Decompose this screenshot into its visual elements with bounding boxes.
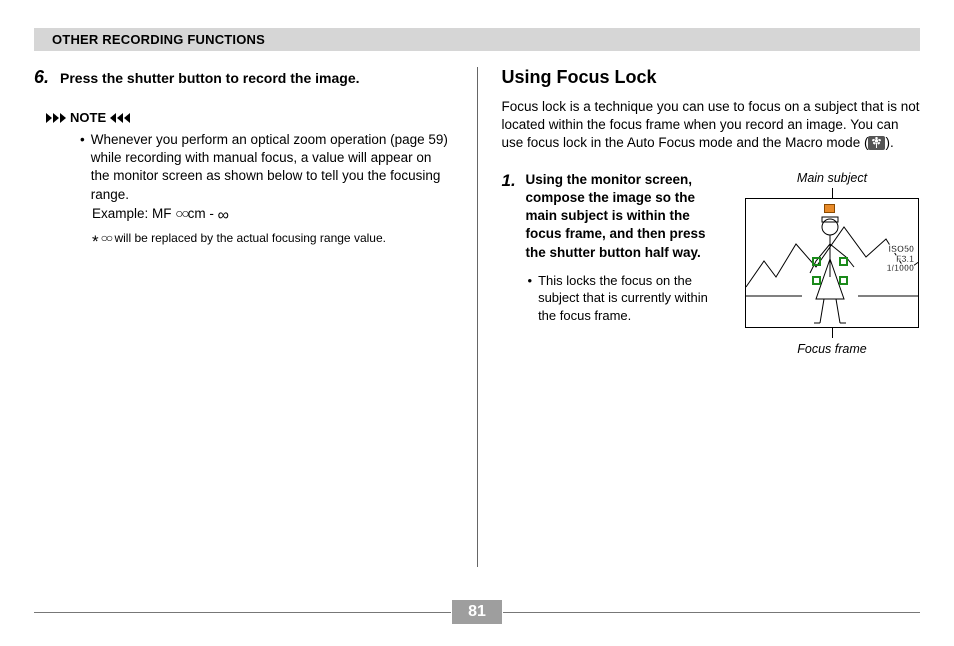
page-number: 81 (452, 600, 502, 624)
step1-bullet: • This locks the focus on the subject th… (528, 272, 727, 325)
right-column: Using Focus Lock Focus lock is a techniq… (478, 67, 921, 577)
example-mid: cm - (188, 206, 218, 221)
macro-flower-icon (868, 136, 885, 150)
note-bullet-text: Whenever you perform an optical zoom ope… (91, 131, 453, 204)
placeholder-circles-icon: ○○ (101, 231, 112, 245)
step-1: 1. Using the monitor screen, compose the… (502, 171, 727, 262)
note-arrow-right-icon (46, 113, 66, 123)
note-arrow-left-icon (110, 113, 130, 123)
note-bullet: • Whenever you perform an optical zoom o… (80, 131, 453, 204)
step1-column: 1. Using the monitor screen, compose the… (502, 171, 727, 359)
callout-line-icon (832, 328, 833, 338)
exposure-readout: ISO50 F3.1 1/1000 (886, 245, 914, 275)
section-title: Using Focus Lock (502, 67, 921, 88)
content-columns: 6. Press the shutter button to record th… (34, 67, 920, 577)
asterisk-body: ○○ will be replaced by the actual focusi… (101, 231, 386, 251)
step-number: 1. (502, 171, 518, 262)
figure-label-top: Main subject (744, 171, 920, 185)
shutter-value: 1/1000 (886, 264, 914, 274)
step-6: 6. Press the shutter button to record th… (34, 67, 453, 88)
bullet-icon: • (528, 272, 533, 325)
note-asterisk: * ○○ will be replaced by the actual focu… (92, 231, 453, 251)
infinity-icon: ∞ (218, 207, 229, 224)
note-header: NOTE (46, 110, 453, 125)
step1-bullet-text: This locks the focus on the subject that… (538, 272, 726, 325)
figure-label-bottom: Focus frame (744, 342, 920, 356)
step-text: Press the shutter button to record the i… (60, 69, 360, 87)
note-label: NOTE (70, 110, 106, 125)
asterisk-text: will be replaced by the actual focusing … (111, 231, 386, 245)
page-footer: 81 (34, 600, 920, 624)
asterisk-icon: * (92, 232, 99, 252)
left-column: 6. Press the shutter button to record th… (34, 67, 477, 577)
intro-text: Focus lock is a technique you can use to… (502, 98, 921, 153)
right-body: 1. Using the monitor screen, compose the… (502, 171, 921, 359)
section-header: OTHER RECORDING FUNCTIONS (34, 28, 920, 51)
footer-rule (503, 612, 920, 613)
footer-rule (34, 612, 451, 613)
figure-column: Main subject (744, 171, 920, 359)
intro-b: ). (885, 135, 893, 150)
placeholder-circles-icon: ○○ (175, 206, 187, 221)
example-prefix: Example: MF (92, 206, 175, 221)
step-text: Using the monitor screen, compose the im… (526, 171, 727, 262)
monitor-screen-figure: ISO50 F3.1 1/1000 (745, 198, 919, 328)
bullet-icon: • (80, 131, 85, 204)
step-number: 6. (34, 67, 52, 88)
intro-a: Focus lock is a technique you can use to… (502, 99, 920, 150)
callout-line-icon (832, 188, 833, 198)
note-example: Example: MF ○○cm - ∞ (92, 206, 453, 225)
focus-frame-icon (812, 257, 848, 285)
